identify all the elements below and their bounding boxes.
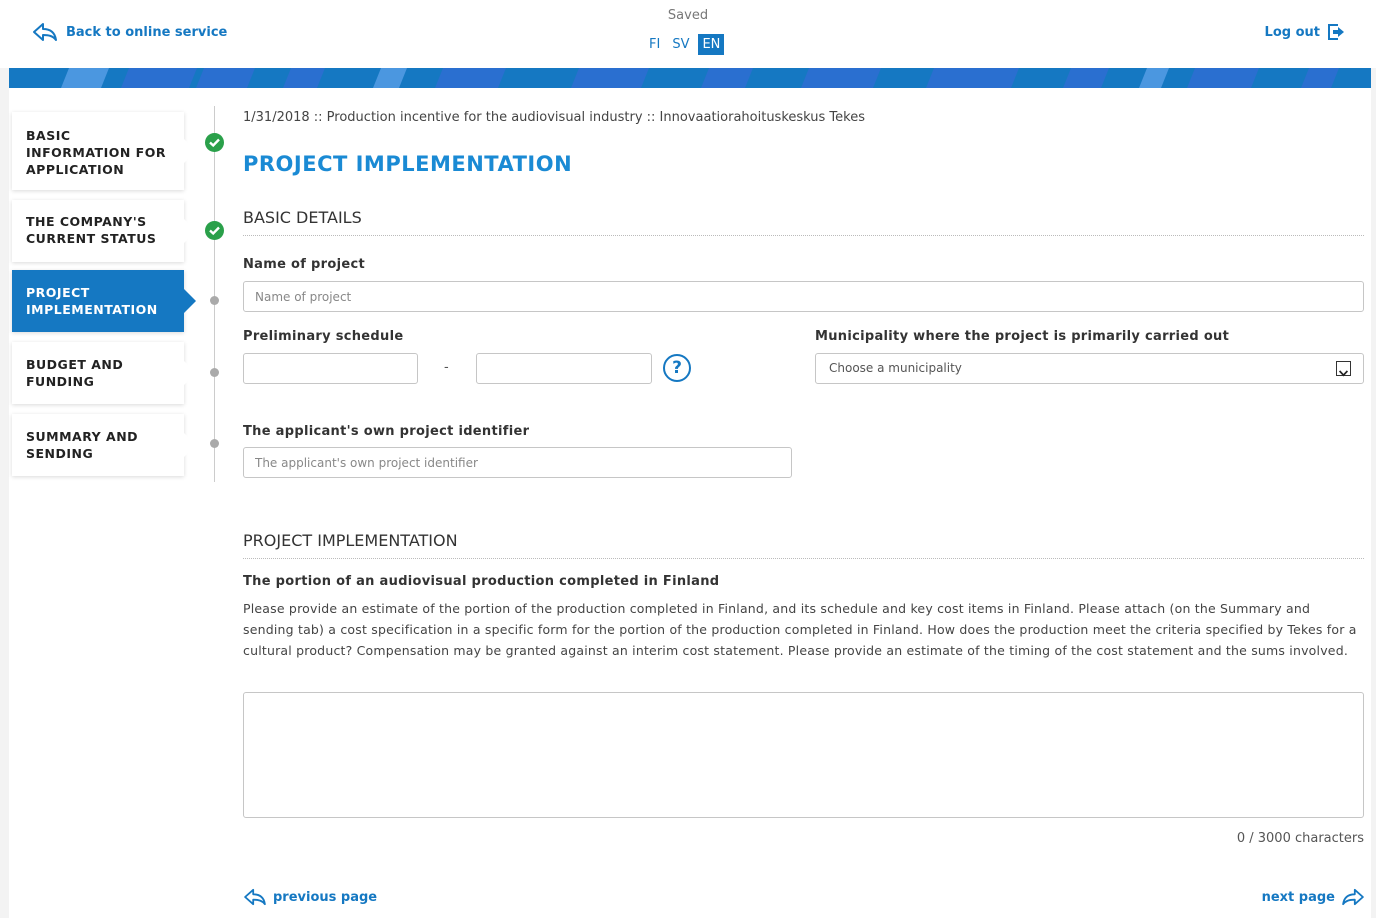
name-of-project-input[interactable] — [243, 281, 1364, 312]
previous-page-label: previous page — [273, 889, 378, 905]
step-dot-icon — [210, 439, 219, 448]
step-done-check-icon — [205, 221, 224, 240]
municipality-select[interactable]: Choose a municipality — [815, 353, 1364, 384]
section-title-project-implementation: PROJECT IMPLEMENTATION — [243, 531, 1364, 559]
sidebar-item-label: PROJECT IMPLEMENTATION — [26, 285, 158, 317]
logout-icon — [1328, 24, 1344, 40]
chevron-down-icon — [1336, 361, 1351, 377]
back-link-label: Back to online service — [66, 24, 228, 40]
schedule-end-input[interactable] — [476, 353, 652, 384]
sidebar-item-label: BUDGET AND FUNDING — [26, 357, 124, 389]
name-of-project-label: Name of project — [243, 257, 365, 272]
portion-completed-label: The portion of an audiovisual production… — [243, 574, 720, 589]
sidebar-item-summary-sending[interactable]: SUMMARY AND SENDING — [12, 414, 196, 476]
step-done-check-icon — [205, 133, 224, 152]
portion-description: Please provide an estimate of the portio… — [243, 601, 1357, 658]
sidebar-item-basic-information[interactable]: BASIC INFORMATION FOR APPLICATION — [12, 112, 196, 190]
main-content: BASIC INFORMATION FOR APPLICATION THE CO… — [9, 88, 1371, 918]
forward-arrow-icon — [1342, 888, 1364, 906]
sidebar-item-budget-funding[interactable]: BUDGET AND FUNDING — [12, 342, 196, 404]
sidebar-item-project-implementation[interactable]: PROJECT IMPLEMENTATION — [12, 270, 196, 332]
project-identifier-input[interactable] — [243, 447, 792, 478]
step-timeline — [214, 106, 215, 482]
project-identifier-label: The applicant's own project identifier — [243, 424, 530, 439]
help-icon[interactable]: ? — [663, 354, 691, 382]
back-arrow-icon — [244, 888, 266, 906]
previous-page-button[interactable]: previous page — [243, 888, 377, 906]
section-title-basic-details: BASIC DETAILS — [243, 208, 1364, 236]
step-dot-icon — [210, 368, 219, 377]
back-arrow-icon — [33, 23, 57, 41]
sidebar-item-company-status[interactable]: THE COMPANY'S CURRENT STATUS — [12, 200, 196, 262]
lang-fi[interactable]: FI — [646, 34, 663, 55]
character-counter: 0 / 3000 characters — [1236, 831, 1364, 846]
stripe-pattern — [61, 68, 1339, 88]
municipality-label: Municipality where the project is primar… — [815, 329, 1230, 344]
top-bar: Back to online service Saved FI SV EN Lo… — [0, 0, 1376, 68]
schedule-separator: - — [444, 360, 449, 375]
sidebar-item-label: THE COMPANY'S CURRENT STATUS — [26, 214, 157, 246]
step-dot-icon — [210, 296, 219, 305]
next-page-button[interactable]: next page — [1262, 888, 1365, 906]
next-page-label: next page — [1261, 889, 1335, 905]
schedule-start-input[interactable] — [243, 353, 418, 384]
header-stripe — [9, 68, 1371, 88]
page-title: PROJECT IMPLEMENTATION — [243, 152, 573, 176]
lang-sv[interactable]: SV — [669, 34, 692, 55]
lang-en[interactable]: EN — [698, 34, 725, 55]
preliminary-schedule-label: Preliminary schedule — [243, 329, 404, 344]
breadcrumb: 1/31/2018 :: Production incentive for th… — [243, 110, 866, 125]
logout-label: Log out — [1264, 24, 1320, 40]
sidebar-item-label: BASIC INFORMATION FOR APPLICATION — [26, 128, 166, 177]
back-to-service-link[interactable]: Back to online service — [32, 22, 227, 42]
save-status: Saved — [667, 8, 709, 23]
language-switcher: FI SV EN — [646, 34, 725, 55]
sidebar-item-label: SUMMARY AND SENDING — [26, 429, 139, 461]
logout-button[interactable]: Log out — [1265, 22, 1346, 42]
municipality-selected-value: Choose a municipality — [829, 361, 962, 375]
portion-completed-textarea[interactable] — [243, 692, 1364, 818]
